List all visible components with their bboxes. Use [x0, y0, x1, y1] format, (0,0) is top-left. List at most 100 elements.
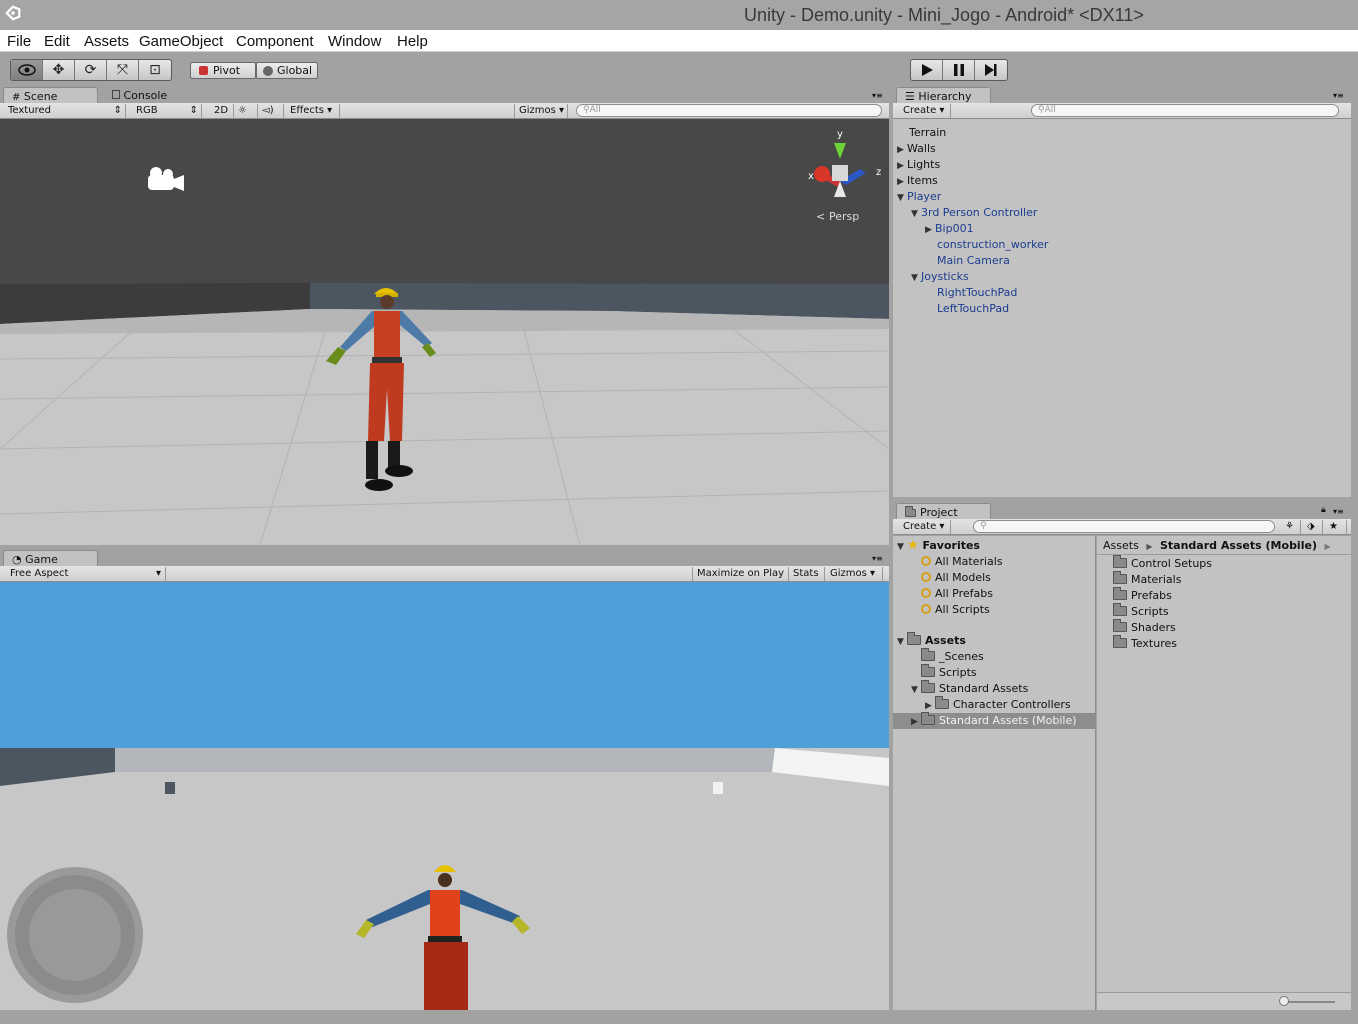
collapse-arrow-icon[interactable]: ▼ [911, 682, 921, 698]
hierarchy-item-walls[interactable]: ▶ Walls [897, 141, 936, 157]
expand-arrow-icon[interactable]: ▶ [897, 174, 907, 190]
render-mode-dropdown[interactable]: RGB ⇕ [132, 104, 202, 118]
hierarchy-search-input[interactable]: ⚲All [1031, 104, 1339, 117]
tab-console[interactable]: Console [104, 87, 194, 104]
collapse-arrow-icon[interactable]: ▼ [897, 634, 907, 650]
panel-menu-icon[interactable]: ▾≡ [1333, 507, 1344, 516]
stats-toggle[interactable]: Stats [789, 567, 825, 581]
collapse-arrow-icon[interactable]: ▼ [897, 190, 907, 206]
collapse-arrow-icon[interactable]: ▼ [911, 270, 921, 286]
pivot-toggle[interactable]: Pivot [190, 62, 256, 79]
toggle-2d-button[interactable]: 2D [210, 104, 234, 118]
scene-gizmos-dropdown[interactable]: Gizmos ▾ [514, 104, 568, 118]
folder-prefabs[interactable]: Prefabs [1113, 587, 1172, 604]
icon-size-slider-track[interactable] [1281, 1001, 1335, 1003]
assets-header[interactable]: ▼ Assets [897, 632, 966, 650]
expand-arrow-icon[interactable]: ▶ [897, 158, 907, 174]
favorites-header[interactable]: ▼ ★ Favorites [897, 538, 980, 554]
menu-help[interactable]: Help [397, 33, 428, 50]
save-search-button[interactable]: ★ [1325, 520, 1347, 534]
filter-by-type-button[interactable]: ⚘ [1281, 520, 1301, 534]
hierarchy-create-button[interactable]: Create ▾ [899, 104, 951, 118]
rect-tool-button[interactable]: ⊡ [139, 60, 171, 80]
collapse-arrow-icon[interactable]: ▼ [897, 539, 907, 555]
hierarchy-toolbar: Create ▾ ⚲All [893, 103, 1351, 119]
hierarchy-item-terrain[interactable]: Terrain [909, 125, 946, 141]
icon-size-slider-thumb[interactable] [1279, 996, 1289, 1006]
menu-gameobject[interactable]: GameObject [139, 33, 223, 50]
folder-control-setups[interactable]: Control Setups [1113, 555, 1212, 572]
breadcrumb-root[interactable]: Assets [1103, 539, 1139, 552]
expand-arrow-icon[interactable]: ▶ [897, 142, 907, 158]
rotate-tool-button[interactable]: ⟳ [75, 60, 107, 80]
hierarchy-item-joysticks[interactable]: ▼ Joysticks [911, 269, 969, 285]
favorite-all-models[interactable]: All Models [921, 570, 991, 586]
expand-arrow-icon[interactable]: ▶ [911, 714, 921, 730]
play-button[interactable] [911, 60, 943, 80]
shading-mode-dropdown[interactable]: Textured ⇕ [4, 104, 126, 118]
game-gizmos-dropdown[interactable]: Gizmos ▾ [826, 567, 883, 581]
scene-search-input[interactable]: ⚲All [576, 104, 882, 117]
breadcrumb-current[interactable]: Standard Assets (Mobile) [1160, 539, 1317, 552]
hierarchy-item-player[interactable]: ▼ Player [897, 189, 941, 205]
expand-arrow-icon[interactable]: ▶ [925, 222, 935, 238]
pause-button[interactable] [943, 60, 975, 80]
persp-label[interactable]: Persp [829, 210, 859, 223]
menu-component[interactable]: Component [236, 33, 314, 50]
asset-folder-character-controllers[interactable]: ▶ Character Controllers [925, 696, 1071, 713]
menu-window[interactable]: Window [328, 33, 381, 50]
scene-toolbar: Textured ⇕ RGB ⇕ 2D ☼ ◅) Effects ▾ Gizmos … [0, 103, 889, 119]
global-label: Global [277, 64, 313, 77]
panel-menu-icon[interactable]: ▾≡ [1333, 91, 1344, 100]
folder-textures[interactable]: Textures [1113, 635, 1177, 652]
project-create-button[interactable]: Create ▾ [899, 520, 951, 534]
move-tool-button[interactable]: ✥ [43, 60, 75, 80]
step-button[interactable] [975, 60, 1007, 80]
favorite-all-scripts[interactable]: All Scripts [921, 602, 990, 618]
menu-file[interactable]: File [7, 33, 31, 50]
lock-icon[interactable]: 🔒︎ [1321, 505, 1326, 515]
game-viewport[interactable] [0, 582, 889, 1010]
asset-folder-scripts[interactable]: Scripts [921, 664, 977, 681]
tab-game[interactable]: ◔ Game [3, 550, 98, 567]
effects-dropdown[interactable]: Effects ▾ [286, 104, 340, 118]
scene-viewport[interactable]: y z x < Persp [0, 119, 889, 545]
hand-tool-button[interactable] [11, 60, 43, 80]
folder-shaders[interactable]: Shaders [1113, 619, 1176, 636]
asset-folder-standard-assets-mobile[interactable]: ▶ Standard Assets (Mobile) [893, 712, 1096, 730]
folder-icon [921, 664, 935, 677]
hierarchy-item-items[interactable]: ▶ Items [897, 173, 938, 189]
folder-scripts[interactable]: Scripts [1113, 603, 1169, 620]
folder-materials[interactable]: Materials [1113, 571, 1181, 588]
left-touchpad-joystick[interactable] [7, 867, 143, 1003]
hierarchy-item-right-touchpad[interactable]: RightTouchPad [937, 285, 1017, 301]
project-search-input[interactable]: ⚲ [973, 520, 1275, 533]
maximize-on-play-toggle[interactable]: Maximize on Play [692, 567, 789, 581]
asset-folder-scenes[interactable]: _Scenes [921, 648, 984, 665]
hierarchy-item-bip001[interactable]: ▶ Bip001 [925, 221, 974, 237]
hierarchy-item-left-touchpad[interactable]: LeftTouchPad [937, 301, 1009, 317]
tab-hierarchy[interactable]: ☰ Hierarchy [896, 87, 991, 104]
scale-tool-button[interactable]: ⤧ [107, 60, 139, 80]
panel-menu-icon[interactable]: ▾≡ [872, 91, 883, 100]
audio-toggle[interactable]: ◅) [258, 104, 284, 118]
hierarchy-item-lights[interactable]: ▶ Lights [897, 157, 940, 173]
hierarchy-item-main-camera[interactable]: Main Camera [937, 253, 1010, 269]
favorite-all-materials[interactable]: All Materials [921, 554, 1003, 570]
aspect-dropdown[interactable]: Free Aspect ▾ [6, 567, 166, 581]
asset-folder-standard-assets[interactable]: ▼ Standard Assets [911, 680, 1028, 698]
global-toggle[interactable]: Global [256, 62, 318, 79]
collapse-arrow-icon[interactable]: ▼ [911, 206, 921, 222]
favorite-all-prefabs[interactable]: All Prefabs [921, 586, 993, 602]
hierarchy-item-construction-worker[interactable]: construction_worker [937, 237, 1048, 253]
hierarchy-item-3rd-person-controller[interactable]: ▼ 3rd Person Controller [911, 205, 1037, 221]
tab-scene[interactable]: # Scene [3, 87, 98, 104]
lighting-toggle[interactable]: ☼ [234, 104, 258, 118]
menu-assets[interactable]: Assets [84, 33, 129, 50]
tab-project[interactable]: Project [896, 503, 991, 520]
panel-menu-icon[interactable]: ▾≡ [872, 554, 883, 563]
tab-game-label: Game [25, 553, 58, 566]
game-toolbar: Free Aspect ▾ Maximize on Play Stats Gizm… [0, 566, 889, 582]
menu-edit[interactable]: Edit [44, 33, 70, 50]
filter-by-label-button[interactable]: ⬗ [1303, 520, 1323, 534]
